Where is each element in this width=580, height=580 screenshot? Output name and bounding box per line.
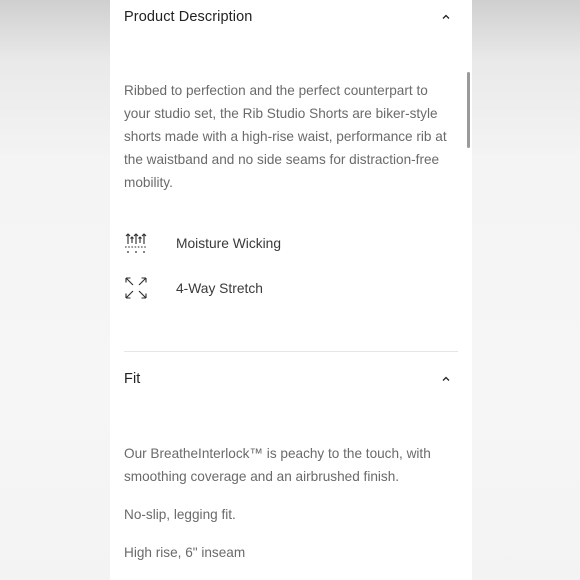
feature-label: 4-Way Stretch xyxy=(176,280,263,296)
product-description-text: Ribbed to perfection and the perfect cou… xyxy=(124,83,447,190)
fit-paragraph: High rise, 6" inseam xyxy=(124,545,246,560)
four-way-stretch-icon xyxy=(124,276,148,300)
scrollbar-thumb[interactable] xyxy=(467,72,470,148)
chevron-up-icon[interactable] xyxy=(440,11,452,23)
feature-moisture-wicking: Moisture Wicking xyxy=(124,231,281,255)
feature-4-way-stretch: 4-Way Stretch xyxy=(124,276,263,300)
chevron-up-icon[interactable] xyxy=(440,373,452,385)
feature-label: Moisture Wicking xyxy=(176,235,282,251)
fit-title: Fit xyxy=(124,371,141,387)
product-description-title: Product Description xyxy=(124,9,253,25)
fit-paragraph: No-slip, legging fit. xyxy=(124,507,236,522)
moisture-wicking-icon xyxy=(124,231,148,255)
section-divider xyxy=(124,351,458,352)
fit-header[interactable]: Fit xyxy=(124,362,458,396)
product-details-panel: Product Description Ribbed to perfection… xyxy=(110,0,472,580)
fit-paragraph: Our BreatheInterlock™ is peachy to the t… xyxy=(124,446,431,484)
product-description-header[interactable]: Product Description xyxy=(124,0,458,34)
